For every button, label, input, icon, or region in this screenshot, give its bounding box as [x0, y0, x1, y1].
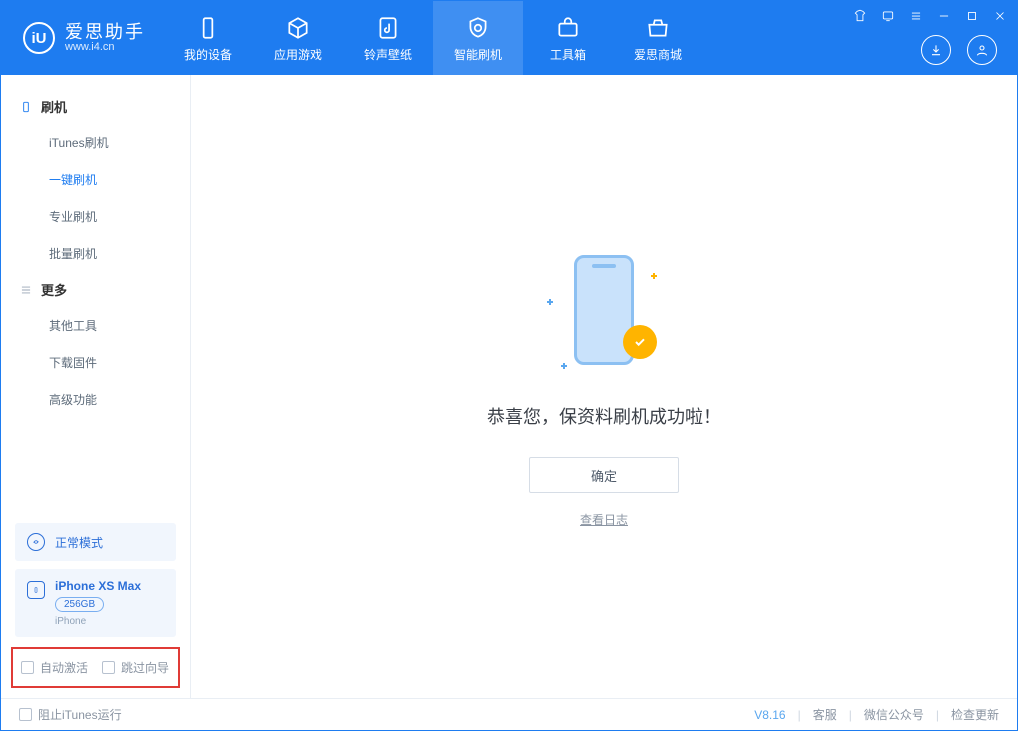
checkbox-icon — [19, 708, 32, 721]
device-card[interactable]: iPhone XS Max 256GB iPhone — [15, 569, 176, 637]
app-window: iU 爱思助手 www.i4.cn 我的设备 应用游戏 铃声壁纸 智能刷机 — [0, 0, 1018, 731]
success-check-badge-icon — [623, 325, 657, 359]
wechat-link[interactable]: 微信公众号 — [864, 706, 924, 723]
maximize-button[interactable] — [963, 7, 981, 25]
feedback-icon[interactable] — [879, 7, 897, 25]
brand: iU 爱思助手 www.i4.cn — [1, 1, 163, 75]
check-update-link[interactable]: 检查更新 — [951, 706, 999, 723]
brand-title: 爱思助手 — [65, 23, 145, 41]
account-button[interactable] — [967, 35, 997, 65]
view-log-link[interactable]: 查看日志 — [580, 511, 628, 528]
version-label: V8.16 — [754, 708, 785, 722]
customer-service-link[interactable]: 客服 — [813, 706, 837, 723]
device-small-icon — [27, 581, 45, 599]
checkbox-block-itunes[interactable]: 阻止iTunes运行 — [19, 706, 122, 723]
device-type: iPhone — [55, 616, 141, 627]
cube-icon — [284, 14, 312, 42]
download-button[interactable] — [921, 35, 951, 65]
spark-icon — [561, 363, 567, 369]
device-icon — [194, 14, 222, 42]
skin-icon[interactable] — [851, 7, 869, 25]
nav-my-device[interactable]: 我的设备 — [163, 1, 253, 75]
nav-apps[interactable]: 应用游戏 — [253, 1, 343, 75]
ok-button[interactable]: 确定 — [529, 457, 679, 493]
sidebar-item-firmware[interactable]: 下载固件 — [1, 344, 190, 381]
menu-icon[interactable] — [907, 7, 925, 25]
status-bar: 阻止iTunes运行 V8.16 | 客服 | 微信公众号 | 检查更新 — [1, 698, 1017, 730]
phone-small-icon — [19, 100, 33, 114]
top-nav: 我的设备 应用游戏 铃声壁纸 智能刷机 工具箱 爱思商城 — [163, 1, 703, 75]
nav-store[interactable]: 爱思商城 — [613, 1, 703, 75]
sidebar: 刷机 iTunes刷机 一键刷机 专业刷机 批量刷机 更多 其他工具 下载固件 … — [1, 75, 191, 698]
checkbox-auto-activate[interactable]: 自动激活 — [21, 659, 88, 676]
device-name: iPhone XS Max — [55, 579, 141, 593]
toolbox-icon — [554, 14, 582, 42]
window-controls — [851, 7, 1009, 25]
mode-icon — [27, 533, 45, 551]
main-content: 恭喜您，保资料刷机成功啦！ 确定 查看日志 — [191, 75, 1017, 698]
sidebar-item-advanced[interactable]: 高级功能 — [1, 381, 190, 418]
store-icon — [644, 14, 672, 42]
minimize-button[interactable] — [935, 7, 953, 25]
sidebar-group-more: 更多 — [1, 272, 190, 307]
nav-toolbox[interactable]: 工具箱 — [523, 1, 613, 75]
sidebar-item-other-tools[interactable]: 其他工具 — [1, 307, 190, 344]
spark-icon — [547, 299, 553, 305]
titlebar: iU 爱思助手 www.i4.cn 我的设备 应用游戏 铃声壁纸 智能刷机 — [1, 1, 1017, 75]
sidebar-item-pro-flash[interactable]: 专业刷机 — [1, 198, 190, 235]
brand-subtitle: www.i4.cn — [65, 41, 145, 53]
device-storage-pill: 256GB — [55, 597, 104, 612]
success-illustration — [539, 245, 669, 375]
nav-ring-wallpaper[interactable]: 铃声壁纸 — [343, 1, 433, 75]
highlighted-options: 自动激活 跳过向导 — [11, 647, 180, 688]
mode-label: 正常模式 — [55, 534, 103, 551]
brand-logo-icon: iU — [23, 22, 55, 54]
mode-indicator[interactable]: 正常模式 — [15, 523, 176, 561]
music-file-icon — [374, 14, 402, 42]
checkbox-icon — [102, 661, 115, 674]
nav-smart-flash[interactable]: 智能刷机 — [433, 1, 523, 75]
close-button[interactable] — [991, 7, 1009, 25]
list-icon — [19, 283, 33, 297]
sidebar-item-oneclick-flash[interactable]: 一键刷机 — [1, 161, 190, 198]
sidebar-item-itunes-flash[interactable]: iTunes刷机 — [1, 124, 190, 161]
checkbox-icon — [21, 661, 34, 674]
refresh-shield-icon — [464, 14, 492, 42]
success-message: 恭喜您，保资料刷机成功啦！ — [487, 403, 721, 429]
sidebar-group-flash: 刷机 — [1, 89, 190, 124]
checkbox-skip-wizard[interactable]: 跳过向导 — [102, 659, 169, 676]
spark-icon — [651, 273, 657, 279]
sidebar-item-batch-flash[interactable]: 批量刷机 — [1, 235, 190, 272]
header-actions — [921, 35, 997, 65]
